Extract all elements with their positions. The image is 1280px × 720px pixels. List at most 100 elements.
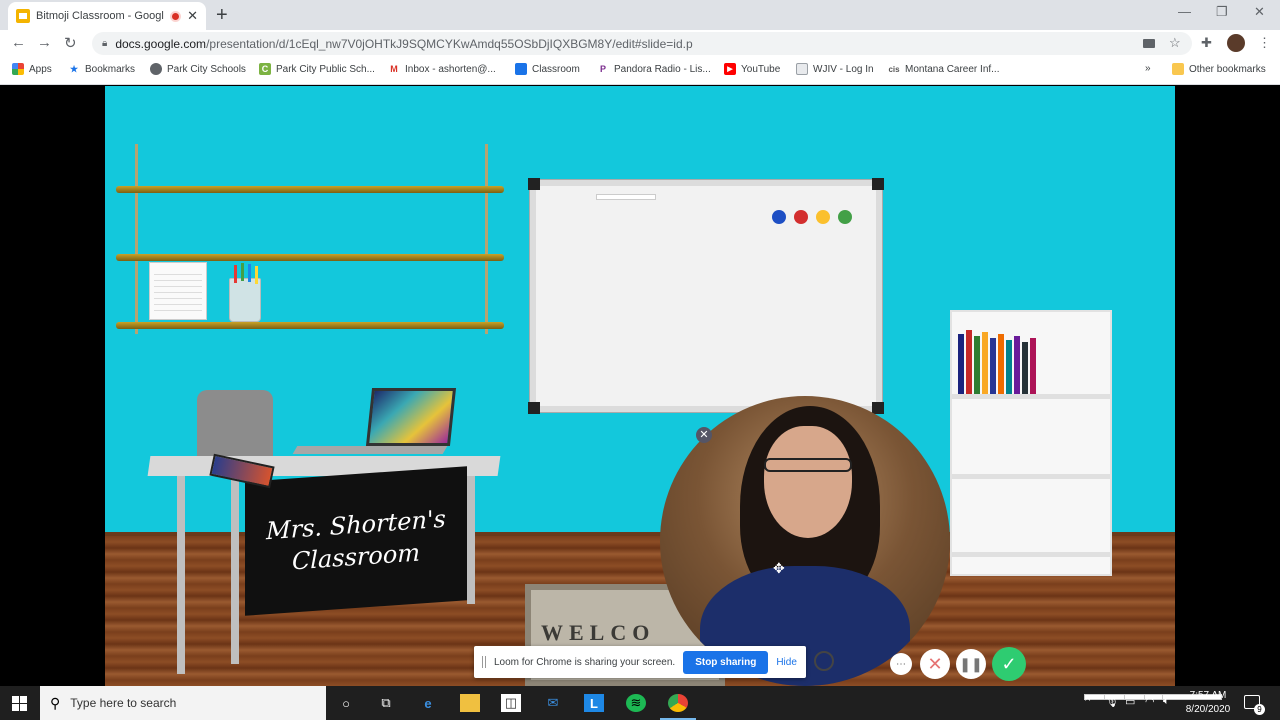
google-slides-icon (16, 9, 30, 23)
bookmark-bookmarks[interactable]: ★ Bookmarks (68, 63, 135, 75)
bookmark-apps[interactable]: Apps (12, 63, 52, 75)
store-icon[interactable]: ◫ (501, 694, 521, 712)
reload-button[interactable]: ↻ (64, 34, 77, 52)
whiteboard[interactable] (528, 178, 884, 414)
bookmark-classroom[interactable]: Classroom (515, 63, 580, 75)
camera-icon[interactable] (1143, 39, 1155, 48)
book (982, 332, 988, 394)
hide-button[interactable]: Hide (776, 657, 797, 668)
whiteboard-corner (872, 178, 884, 190)
bookmark-inbox[interactable]: M Inbox - ashorten@... (388, 63, 496, 75)
books[interactable] (958, 330, 1044, 394)
presenter-glasses (764, 458, 852, 472)
profile-avatar[interactable] (1227, 34, 1245, 52)
tab-strip: Bitmoji Classroom - Google ✕ + — ❐ ✕ (0, 0, 1280, 30)
apps-grid-icon (12, 63, 24, 75)
other-bookmarks[interactable]: Other bookmarks (1172, 63, 1266, 75)
more-bookmarks-button[interactable]: » (1145, 63, 1151, 74)
url-host: docs.google.com (115, 36, 207, 51)
mail-icon[interactable]: ✉ (543, 694, 563, 712)
bookmark-star-icon[interactable]: ☆ (1169, 35, 1181, 51)
bookmark-label: Park City Schools (167, 63, 246, 75)
forward-button[interactable]: → (37, 34, 52, 51)
browser-tab[interactable]: Bitmoji Classroom - Google ✕ (8, 2, 206, 30)
maximize-button[interactable]: ❐ (1216, 4, 1228, 20)
desk-leg (231, 474, 239, 664)
whiteboard-corner (528, 178, 540, 190)
pause-recording-button[interactable]: ❚❚ (956, 649, 986, 679)
bookmark-youtube[interactable]: ▶ YouTube (724, 63, 780, 75)
youtube-icon: ▶ (724, 63, 736, 75)
clock-date: 8/20/2020 (1185, 704, 1231, 715)
bookmark-park-city-schools[interactable]: Park City Schools (150, 63, 246, 75)
classroom-name-sign[interactable]: Mrs. Shorten's Classroom (245, 466, 467, 616)
minimize-button[interactable]: — (1178, 4, 1191, 19)
bookmark-label: YouTube (741, 63, 781, 75)
tab-title: Bitmoji Classroom - Google (36, 10, 165, 22)
bookcase-shelf (952, 394, 1110, 399)
back-button[interactable]: ← (11, 34, 26, 51)
notebook[interactable] (149, 262, 207, 320)
pandora-icon: P (599, 64, 606, 74)
l-app-icon[interactable]: L (584, 694, 604, 712)
book (1006, 340, 1012, 394)
bookmark-park-city-public[interactable]: C Park City Public Sch... (259, 63, 375, 75)
taskbar-search[interactable]: ⚲ Type here to search (40, 686, 326, 720)
bookmark-label: Classroom (532, 63, 580, 75)
bookmark-label: Bookmarks (85, 63, 136, 75)
new-tab-button[interactable]: + (216, 4, 228, 27)
book (974, 336, 980, 394)
file-explorer-icon[interactable] (460, 694, 480, 712)
book (1030, 338, 1036, 394)
loom-record-indicator (814, 651, 834, 671)
close-window-button[interactable]: ✕ (1254, 4, 1265, 20)
address-bar[interactable]: 🔒︎ docs.google.com/presentation/d/1cEql_… (92, 32, 1192, 55)
chevron-double-right-icon: » (1145, 63, 1151, 74)
pencil (248, 264, 251, 282)
menu-icon[interactable]: ⋮ (1258, 35, 1271, 51)
bookmark-wjiv[interactable]: WJIV - Log In (796, 63, 874, 75)
bookmarks-bar: Apps ★ Bookmarks Park City Schools C Par… (0, 57, 1280, 85)
close-webcam-icon[interactable]: ✕ (696, 427, 712, 443)
spotify-icon[interactable]: ≋ (626, 694, 646, 712)
shelf-rope (135, 144, 138, 334)
notification-count: 9 (1254, 704, 1265, 715)
pencil (234, 265, 237, 283)
desk-leg (177, 474, 185, 674)
shelf-rope (485, 144, 488, 334)
screen-share-bar: Loom for Chrome is sharing your screen. … (474, 646, 806, 678)
c-logo-icon: C (259, 63, 271, 75)
close-tab-icon[interactable]: ✕ (187, 8, 198, 24)
extensions-icon[interactable]: ✚ (1201, 35, 1212, 51)
cancel-recording-button[interactable]: ✕ (920, 649, 950, 679)
share-message: Loom for Chrome is sharing your screen. (494, 656, 676, 668)
lock-icon: 🔒︎ (102, 38, 108, 49)
search-icon: ⚲ (50, 694, 61, 711)
bookcase-shelf (952, 474, 1110, 479)
pencil-cup[interactable] (229, 263, 261, 322)
bookcase[interactable] (950, 310, 1112, 576)
whiteboard-corner (528, 402, 540, 414)
book (966, 330, 972, 394)
classroom-icon (515, 63, 527, 75)
laptop[interactable] (365, 388, 457, 446)
magnet-blue (772, 210, 786, 224)
bookmark-label: Pandora Radio - Lis... (614, 63, 711, 75)
chrome-icon[interactable] (668, 694, 688, 712)
drag-handle-icon[interactable] (482, 656, 486, 668)
bitmoji-classroom-slide[interactable]: Mrs. Shorten's Classroom WELCO (105, 86, 1175, 686)
stop-sharing-button[interactable]: Stop sharing (683, 650, 769, 674)
system-clock[interactable]: 7:57 AM 8/20/2020 (1178, 689, 1238, 717)
more-options-button[interactable]: ⋯ (890, 653, 912, 675)
bookmark-pandora[interactable]: P Pandora Radio - Lis... (597, 63, 711, 75)
book (958, 334, 964, 394)
task-view-icon[interactable]: ⧉ (376, 694, 396, 712)
windows-taskbar: ⚲ Type here to search ○ ⧉ e ◫ ✉ L ≋ ^ 🎙︎… (0, 686, 1280, 720)
finish-recording-button[interactable]: ✓ (992, 647, 1026, 681)
bookmark-montana-career[interactable]: cis Montana Career Inf... (888, 63, 999, 75)
cortana-icon[interactable]: ○ (336, 694, 356, 712)
windows-start-icon[interactable] (12, 696, 27, 711)
mci-icon: cis (888, 64, 900, 74)
edge-icon[interactable]: e (418, 694, 438, 712)
slide-margin-left (0, 86, 105, 686)
